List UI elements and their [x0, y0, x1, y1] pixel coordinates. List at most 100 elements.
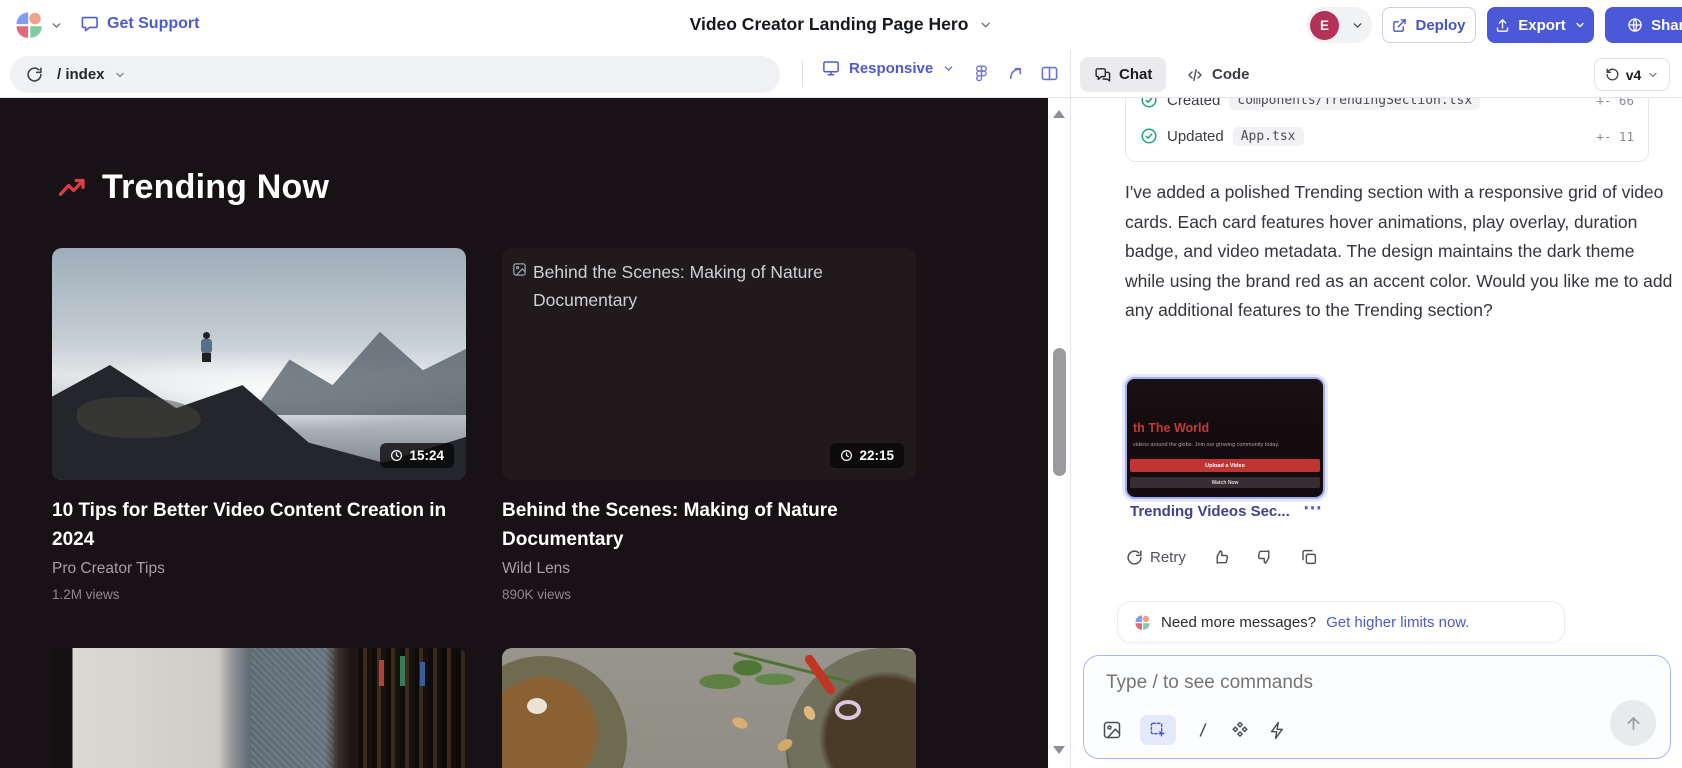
upsell-link[interactable]: Get higher limits now.: [1326, 614, 1469, 631]
clock-icon: [390, 449, 403, 462]
avatar-menu[interactable]: E: [1306, 7, 1372, 43]
file-action-verb: Updated: [1167, 128, 1224, 145]
trending-up-icon: [58, 173, 88, 203]
get-support-link[interactable]: Get Support: [80, 14, 199, 33]
scrollbar-thumb[interactable]: [1053, 348, 1066, 476]
video-title[interactable]: Behind the Scenes: Making of Nature Docu…: [502, 496, 912, 554]
preview-scrollbar[interactable]: [1048, 98, 1071, 768]
video-card-thumbnail[interactable]: [502, 648, 916, 768]
attachment-menu-ellipsis[interactable]: ⋯: [1303, 497, 1324, 520]
broken-image-icon: [512, 262, 527, 277]
export-label: Export: [1518, 17, 1566, 34]
video-title[interactable]: 10 Tips for Better Video Content Creatio…: [52, 496, 477, 554]
export-button[interactable]: Export: [1487, 7, 1594, 43]
chat-input-box[interactable]: [1083, 655, 1671, 759]
check-circle-icon: [1140, 98, 1158, 109]
chat-input[interactable]: [1106, 672, 1626, 712]
file-action-row: Created components/TrendingSection.tsx +…: [1140, 98, 1634, 112]
file-action-verb: Created: [1167, 98, 1220, 109]
copy-button[interactable]: [1300, 548, 1318, 566]
scroll-up-arrow[interactable]: [1053, 110, 1065, 118]
url-bar[interactable]: / index: [10, 56, 780, 93]
slash-command-icon[interactable]: [1194, 721, 1212, 739]
trending-section-header: Trending Now: [58, 168, 329, 207]
toolbar: / index Responsive: [0, 50, 1682, 98]
attachment-thumbnail[interactable]: th The World videos around the globe. Jo…: [1125, 377, 1325, 499]
upsell-card[interactable]: Need more messages? Get higher limits no…: [1117, 601, 1565, 643]
retry-label: Retry: [1150, 549, 1186, 566]
open-preview-icon[interactable]: [1006, 64, 1025, 83]
video-card-thumbnail[interactable]: 15:24: [52, 248, 466, 480]
send-button[interactable]: [1610, 700, 1656, 746]
mini-primary-label: Upload a Video: [1205, 463, 1245, 469]
page-title: Video Creator Landing Page Hero: [690, 14, 969, 35]
food-plate-left: [502, 656, 627, 768]
tab-chat-label: Chat: [1119, 66, 1152, 83]
globe-icon: [1627, 17, 1643, 33]
video-channel: Wild Lens: [502, 560, 570, 578]
mini-hero-heading: th The World: [1133, 421, 1209, 435]
deploy-button[interactable]: Deploy: [1382, 7, 1476, 43]
section-title: Trending Now: [102, 168, 329, 207]
export-chevron-down-icon: [1574, 19, 1586, 31]
upload-icon: [1495, 18, 1510, 33]
logo-icon: [14, 10, 44, 40]
project-title-group[interactable]: Video Creator Landing Page Hero: [690, 14, 993, 35]
app-logo[interactable]: [14, 10, 63, 40]
tab-chat[interactable]: Chat: [1080, 57, 1166, 92]
video-card-thumbnail[interactable]: [52, 648, 466, 768]
chat-bubbles-icon: [1094, 66, 1111, 83]
clock-icon: [840, 449, 853, 462]
select-element-button[interactable]: [1140, 715, 1176, 745]
file-chip[interactable]: components/TrendingSection.tsx: [1229, 98, 1480, 110]
photographer-silhouette: [201, 332, 213, 362]
device-mode-selector[interactable]: Responsive: [822, 59, 955, 77]
route-selector[interactable]: / index: [57, 66, 126, 83]
broken-image-alt: Behind the Scenes: Making of Nature Docu…: [512, 258, 852, 314]
tab-code-label: Code: [1212, 66, 1250, 83]
alt-text: Behind the Scenes: Making of Nature Docu…: [533, 258, 852, 314]
egg-garnish: [527, 698, 547, 714]
check-circle-icon: [1140, 127, 1158, 145]
duration-badge: 22:15: [830, 443, 904, 468]
bolt-icon[interactable]: [1268, 721, 1287, 740]
mini-secondary-label: Watch Now: [1212, 480, 1239, 486]
version-chevron-down-icon: [1647, 69, 1659, 81]
book-spine: [379, 660, 384, 686]
cashew: [731, 715, 750, 731]
mini-hero-subtext: videos around the globe. Join our growin…: [1133, 442, 1319, 448]
app-window: Get Support Video Creator Landing Page H…: [0, 0, 1682, 768]
video-views: 1.2M views: [52, 587, 120, 602]
device-chevron-down-icon: [942, 62, 955, 75]
scroll-down-arrow[interactable]: [1053, 746, 1065, 754]
video-card-thumbnail[interactable]: Behind the Scenes: Making of Nature Docu…: [502, 248, 916, 480]
file-chip[interactable]: App.tsx: [1233, 127, 1304, 146]
book-spine: [400, 656, 405, 686]
avatar-chevron-down-icon: [1351, 19, 1364, 32]
file-actions-card: Created components/TrendingSection.tsx +…: [1125, 98, 1649, 162]
retry-button[interactable]: Retry: [1126, 549, 1186, 566]
toolbar-divider: [802, 61, 803, 87]
figma-icon[interactable]: [972, 64, 991, 83]
refresh-icon[interactable]: [26, 66, 43, 83]
duration-text: 15:24: [409, 448, 444, 463]
avatar: E: [1310, 11, 1339, 40]
image-icon[interactable]: [1102, 720, 1122, 740]
live-preview: Trending Now 15:24: [0, 98, 1048, 768]
diff-count: +- 66: [1596, 98, 1634, 108]
columns-layout-icon[interactable]: [1040, 64, 1059, 83]
diamonds-icon[interactable]: [1230, 720, 1250, 740]
external-link-icon: [1392, 18, 1407, 33]
thumbs-down-button[interactable]: [1256, 548, 1274, 566]
logo-chevron-down-icon: [50, 19, 63, 32]
book-spine: [420, 662, 425, 686]
thumbs-up-button[interactable]: [1212, 548, 1230, 566]
attachment-label[interactable]: Trending Videos Sec...: [1130, 503, 1290, 520]
mini-hero-shade: [1127, 379, 1323, 423]
version-selector[interactable]: v4: [1594, 58, 1670, 91]
share-button[interactable]: Share: [1605, 7, 1682, 43]
tab-code[interactable]: Code: [1186, 57, 1250, 92]
file-action-row: Updated App.tsx +- 11: [1140, 124, 1634, 148]
chat-panel: Created components/TrendingSection.tsx +…: [1071, 98, 1682, 768]
duration-text: 22:15: [859, 448, 894, 463]
